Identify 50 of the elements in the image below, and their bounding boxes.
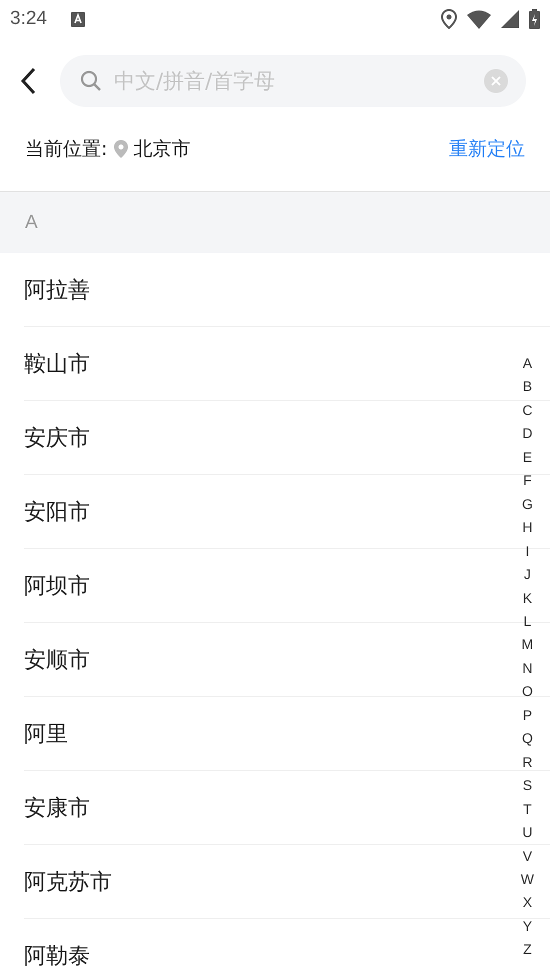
city-item[interactable]: 阿拉善 [24,274,90,304]
keyboard-icon [70,12,85,26]
index-letter[interactable]: D [522,422,532,446]
index-letter[interactable]: E [522,446,532,470]
pin-icon [113,139,130,159]
index-letter[interactable]: K [522,586,532,610]
index-letter[interactable]: G [522,492,533,516]
search-icon [80,70,102,92]
city-item[interactable]: 安阳市 [24,496,90,526]
close-icon [491,76,501,86]
index-letter[interactable]: I [525,540,530,564]
relocate-link[interactable]: 重新定位 [449,136,525,162]
signal-icon [501,10,519,28]
index-letter[interactable]: W [520,868,534,892]
city-item[interactable]: 阿克苏市 [24,866,112,896]
current-city: 北京市 [133,137,190,162]
index-letter[interactable]: J [524,563,531,587]
city-item[interactable]: 阿勒泰 [24,940,90,970]
index-letter[interactable]: Q [522,727,533,751]
index-letter[interactable]: N [522,656,532,680]
city-item[interactable]: 安庆市 [24,422,90,452]
location-label: 当前位置: [25,137,108,162]
location-icon [441,9,457,29]
battery-icon [529,9,540,29]
section-header: A [0,191,550,253]
index-letter[interactable]: B [522,375,532,399]
index-letter[interactable]: A [522,352,532,376]
index-letter[interactable]: T [523,798,532,822]
index-letter[interactable]: Y [522,914,532,938]
index-letter[interactable]: H [522,516,532,540]
city-item[interactable]: 安康市 [24,792,90,822]
status-time: 3:24 [10,8,47,30]
index-letter[interactable]: P [522,704,532,728]
city-item[interactable]: 鞍山市 [24,348,90,378]
index-letter[interactable]: Z [523,938,532,962]
back-icon [20,67,36,95]
index-letter[interactable]: U [522,821,532,845]
index-letter[interactable]: L [523,610,532,634]
index-letter[interactable]: C [522,398,532,422]
index-letter[interactable]: F [523,469,532,493]
index-letter[interactable]: X [522,891,532,915]
city-item[interactable]: 安顺市 [24,644,90,674]
index-letter[interactable]: M [522,633,534,657]
city-item[interactable]: 阿坝市 [24,570,90,600]
index-letter[interactable]: R [522,750,532,774]
city-item[interactable]: 阿里 [24,718,68,748]
index-letter[interactable]: V [522,844,532,868]
index-letter[interactable]: O [522,680,533,704]
index-letter[interactable]: S [522,774,532,798]
wifi-icon [467,10,491,28]
